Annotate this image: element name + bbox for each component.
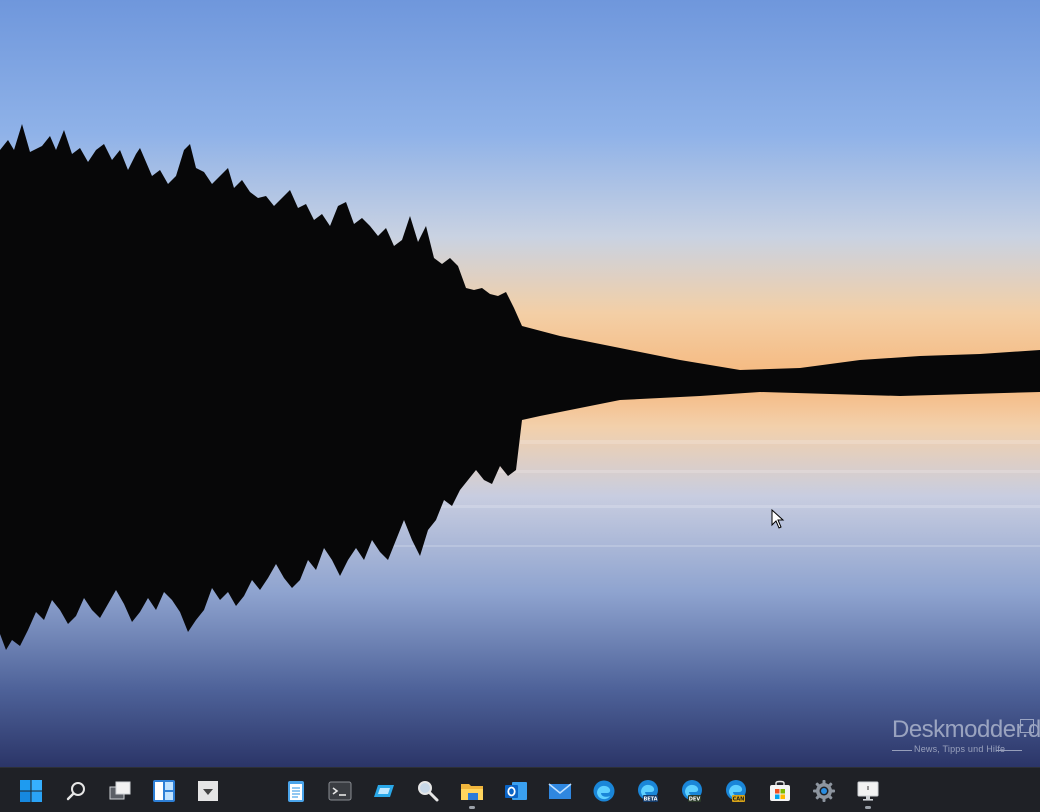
running-indicator <box>469 806 475 809</box>
task-view-icon <box>109 781 131 800</box>
mouse-cursor-icon <box>771 509 785 529</box>
search-button[interactable] <box>61 776 91 806</box>
deskmodder-watermark: Deskmodder.de News, Tipps und Hilfe <box>888 716 1040 758</box>
edge-canary-badge: CAN <box>733 797 745 803</box>
terminal-button[interactable] <box>325 776 355 806</box>
notepad-button[interactable] <box>281 776 311 806</box>
taskbar: BETA DEV CAN <box>0 767 1040 812</box>
display-icon <box>857 781 879 801</box>
edge-button[interactable] <box>589 776 619 806</box>
chat-button[interactable] <box>193 776 223 806</box>
settings-button[interactable] <box>809 776 839 806</box>
windows-logo-icon <box>20 780 42 802</box>
mail-icon <box>548 783 572 799</box>
mail-button[interactable] <box>545 776 575 806</box>
widgets-button[interactable] <box>149 776 179 806</box>
terminal-icon <box>328 781 352 801</box>
folder-icon <box>461 784 483 800</box>
wallpaper-image <box>0 0 1040 767</box>
magnifier-icon <box>418 781 439 802</box>
start-button[interactable] <box>16 776 46 806</box>
store-button[interactable] <box>765 776 795 806</box>
remote-app-icon <box>374 785 394 797</box>
edge-beta-badge: BETA <box>643 797 657 803</box>
running-indicator <box>865 806 871 809</box>
task-view-button[interactable] <box>105 776 135 806</box>
notepad-icon <box>288 781 304 802</box>
remote-app-button[interactable] <box>369 776 399 806</box>
watermark-rule-right <box>996 750 1022 751</box>
gear-icon <box>813 780 835 802</box>
chat-icon <box>198 781 218 801</box>
watermark-rule-left <box>892 750 912 751</box>
watermark-title: Deskmodder.de <box>892 716 1040 743</box>
watermark-box-icon <box>1020 719 1034 733</box>
edge-dev-badge: DEV <box>689 797 701 803</box>
edge-beta-icon: BETA <box>638 780 658 803</box>
search-icon <box>66 782 85 801</box>
edge-canary-icon: CAN <box>726 780 746 803</box>
magnifier-button[interactable] <box>413 776 443 806</box>
file-explorer-button[interactable] <box>457 776 487 809</box>
widgets-icon <box>153 780 175 802</box>
outlook-button[interactable] <box>501 776 531 806</box>
desktop[interactable]: Deskmodder.de News, Tipps und Hilfe <box>0 0 1040 767</box>
store-icon <box>770 780 790 801</box>
edge-dev-icon: DEV <box>682 780 702 803</box>
edge-canary-button[interactable]: CAN <box>721 776 751 806</box>
edge-icon <box>593 780 615 802</box>
edge-dev-button[interactable]: DEV <box>677 776 707 806</box>
display-button[interactable] <box>853 776 883 809</box>
outlook-icon <box>505 782 527 800</box>
edge-beta-button[interactable]: BETA <box>633 776 663 806</box>
watermark-subtitle: News, Tipps und Hilfe <box>914 744 1006 754</box>
